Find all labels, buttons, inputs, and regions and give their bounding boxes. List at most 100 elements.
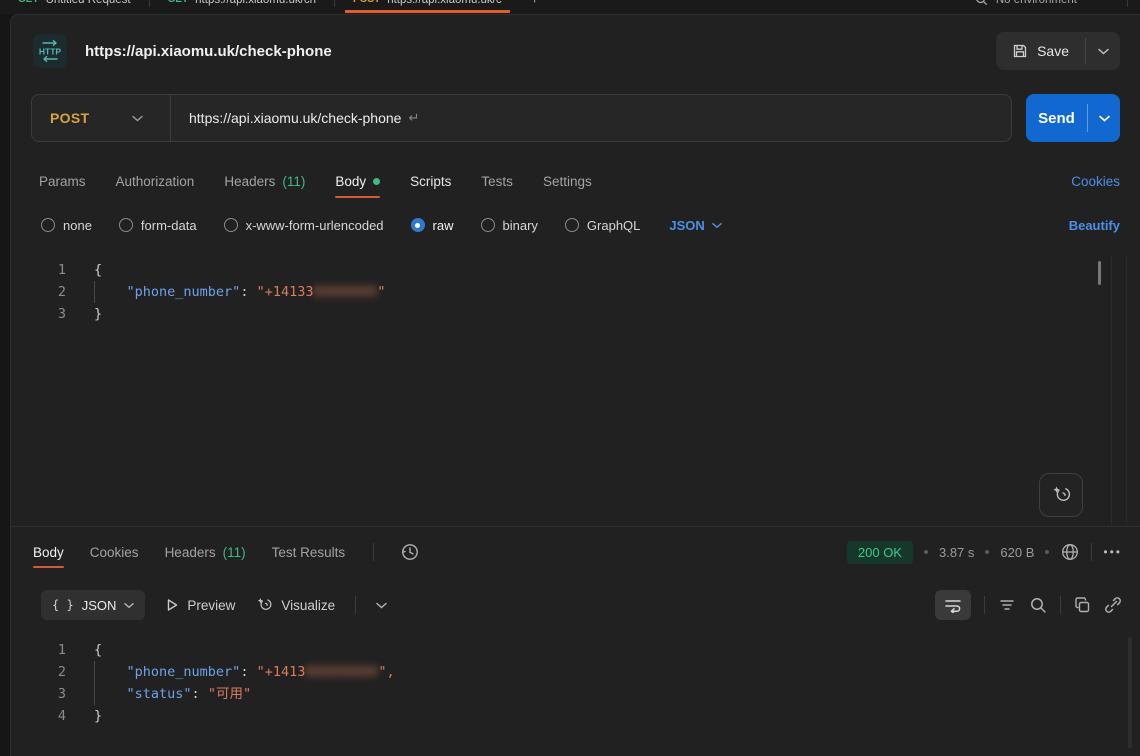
request-panel: HTTP https://api.xiaomu.uk/check-phone S…	[10, 14, 1140, 756]
request-title: https://api.xiaomu.uk/check-phone	[85, 43, 332, 60]
res-tab-cookies[interactable]: Cookies	[90, 535, 139, 569]
save-options-button[interactable]	[1086, 32, 1120, 70]
res-tab-body-active[interactable]: Body	[33, 535, 64, 569]
globe-icon[interactable]	[1060, 542, 1080, 562]
response-toolbar: { } JSON Preview Visualize	[41, 589, 1122, 621]
tab-scripts[interactable]: Scripts	[410, 163, 451, 199]
method-selector[interactable]: POST	[32, 110, 132, 126]
copy-icon	[1074, 597, 1091, 614]
radio-selected-icon	[411, 218, 425, 232]
raw-language-select[interactable]: JSON	[669, 218, 721, 233]
send-button[interactable]: Send	[1026, 94, 1087, 142]
radio-icon	[481, 218, 495, 232]
filter-button[interactable]	[998, 597, 1016, 613]
history-icon[interactable]	[400, 542, 420, 562]
mode-form-data[interactable]: form-data	[119, 218, 197, 233]
mode-binary[interactable]: binary	[481, 218, 538, 233]
send-options-button[interactable]	[1088, 94, 1120, 142]
tab-label: Cookies	[90, 545, 139, 560]
svg-text:HTTP: HTTP	[39, 47, 62, 57]
res-tab-headers[interactable]: Headers(11)	[165, 535, 246, 569]
visualize-button[interactable]: Visualize	[255, 596, 335, 614]
tab-label: https://api.xiaomu.uk/ch	[195, 0, 316, 6]
mode-x-www-form-urlencoded[interactable]: x-www-form-urlencoded	[224, 218, 384, 233]
redacted-text: 0000000	[313, 284, 377, 300]
code-token: ",	[378, 664, 394, 680]
code-token: :	[240, 284, 256, 300]
tab-label: Untitled Request	[46, 0, 131, 6]
visualize-label: Visualize	[281, 598, 335, 613]
modified-dot	[373, 178, 380, 185]
response-format-select[interactable]: { } JSON	[41, 590, 145, 620]
visualize-options-chevron-icon[interactable]	[376, 602, 387, 609]
new-tab-button[interactable]: +	[520, 0, 550, 8]
code-content: {	[94, 639, 102, 661]
postbot-button[interactable]	[1039, 473, 1083, 517]
mode-graphql[interactable]: GraphQL	[565, 218, 640, 233]
tab-label: Settings	[543, 174, 592, 189]
code-token: :	[240, 664, 256, 680]
request-tab-2[interactable]: GET https://api.xiaomu.uk/ch	[150, 0, 334, 13]
dot-separator	[924, 550, 928, 554]
response-tabs: Body Cookies Headers(11) Test Results 20…	[33, 535, 1122, 569]
mode-label: raw	[433, 218, 454, 233]
tab-settings[interactable]: Settings	[543, 163, 592, 199]
code-line: 4}	[11, 705, 1140, 727]
dot-separator	[985, 550, 989, 554]
code-token	[94, 664, 127, 680]
mode-raw-selected[interactable]: raw	[411, 218, 454, 233]
request-tab-3-active[interactable]: POST https://api.xiaomu.uk/c	[335, 0, 520, 13]
save-icon	[1012, 43, 1028, 59]
method-badge: POST	[353, 0, 380, 5]
radio-icon	[565, 218, 579, 232]
code-token: }	[94, 306, 102, 322]
mode-none[interactable]: none	[41, 218, 92, 233]
code-token: }	[94, 708, 102, 724]
request-body-editor[interactable]: 1{2 "phone_number": "+141330000000"3}	[11, 255, 1140, 525]
cookies-link[interactable]: Cookies	[1071, 174, 1120, 189]
word-wrap-button[interactable]	[935, 590, 971, 620]
response-body-viewer[interactable]: 1{2 "phone_number": "+141300000000",3 "s…	[11, 633, 1140, 756]
topbar-divider	[1127, 0, 1128, 7]
code-content: "phone_number": "+141330000000"	[94, 281, 386, 303]
chevron-down-icon	[1099, 115, 1110, 122]
code-content: "phone_number": "+141300000000",	[94, 661, 395, 683]
tab-body-active[interactable]: Body	[335, 163, 380, 199]
divider	[1091, 543, 1092, 561]
tab-tests[interactable]: Tests	[481, 163, 513, 199]
response-scrollbar[interactable]	[1128, 637, 1132, 748]
redacted-text: 00000000	[305, 664, 378, 680]
request-tab-1[interactable]: GET Untitled Request	[0, 0, 149, 13]
link-button[interactable]	[1104, 596, 1122, 614]
enter-hint-icon: ↵	[408, 110, 419, 126]
environment-selector[interactable]: No environment	[996, 0, 1077, 6]
divider	[984, 596, 985, 614]
save-button[interactable]: Save	[996, 32, 1085, 70]
res-tab-test-results[interactable]: Test Results	[272, 535, 346, 569]
tab-authorization[interactable]: Authorization	[116, 163, 195, 199]
tab-params[interactable]: Params	[39, 163, 86, 199]
response-size[interactable]: 620 B	[1000, 545, 1034, 560]
copy-response-button[interactable]	[1074, 597, 1091, 614]
http-request-icon: HTTP	[33, 34, 67, 68]
word-wrap-icon	[944, 597, 962, 613]
method-badge: GET	[18, 0, 39, 5]
method-dropdown-button[interactable]	[132, 115, 170, 122]
beautify-link[interactable]: Beautify	[1069, 218, 1120, 233]
code-token: {	[94, 642, 102, 658]
line-number: 1	[11, 639, 66, 661]
tab-label: Headers	[165, 545, 216, 560]
mode-label: form-data	[141, 218, 197, 233]
chevron-down-icon	[712, 222, 722, 229]
status-badge[interactable]: 200 OK	[847, 541, 913, 564]
response-time[interactable]: 3.87 s	[939, 545, 974, 560]
preview-button[interactable]: Preview	[165, 598, 235, 613]
search-response-button[interactable]	[1029, 596, 1047, 614]
tab-headers[interactable]: Headers(11)	[224, 163, 305, 199]
url-input[interactable]: https://api.xiaomu.uk/check-phone	[171, 110, 401, 126]
method-badge: GET	[168, 0, 189, 5]
code-token: "phone_number"	[127, 664, 241, 680]
more-options-button[interactable]: •••	[1103, 545, 1122, 559]
editor-scrollbar[interactable]	[1098, 261, 1101, 285]
code-line: 1{	[11, 639, 1140, 661]
